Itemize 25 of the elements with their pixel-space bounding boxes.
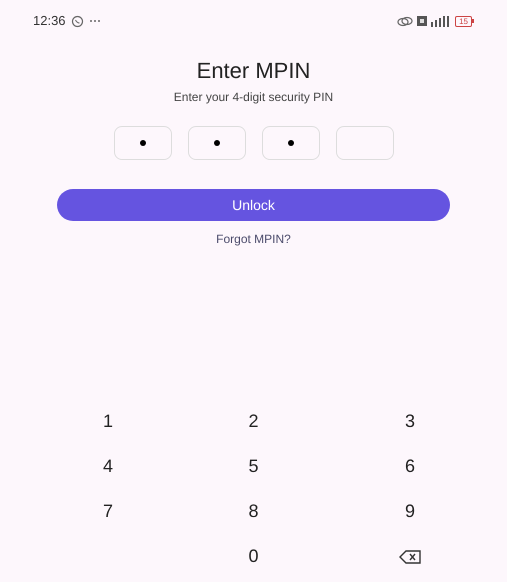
signal-icon bbox=[431, 16, 452, 26]
pin-digit-field[interactable] bbox=[262, 126, 320, 160]
pin-digit-field[interactable] bbox=[188, 126, 246, 160]
keypad-key[interactable]: 6 bbox=[396, 453, 423, 480]
keypad-key[interactable]: 7 bbox=[95, 498, 121, 525]
sim-icon bbox=[417, 16, 428, 26]
keypad-key[interactable]: 3 bbox=[396, 408, 423, 435]
status-time: 12:36 bbox=[33, 12, 66, 30]
link-icon bbox=[397, 16, 414, 26]
keypad-key[interactable]: 5 bbox=[240, 453, 266, 480]
unlock-button[interactable]: Unlock bbox=[57, 189, 450, 221]
keypad-key[interactable]: 0 bbox=[240, 543, 266, 570]
battery-icon: 15 bbox=[455, 16, 474, 26]
forgot-mpin-link[interactable]: Forgot MPIN? bbox=[216, 230, 291, 248]
keypad-key[interactable]: 9 bbox=[396, 498, 423, 525]
keypad-key[interactable]: 1 bbox=[95, 408, 121, 435]
pin-digit-field[interactable] bbox=[114, 126, 172, 160]
keypad-key[interactable]: 2 bbox=[240, 408, 266, 435]
pin-digit-field[interactable] bbox=[336, 126, 394, 160]
subtitle: Enter your 4-digit security PIN bbox=[172, 89, 334, 106]
page-title: Enter MPIN bbox=[196, 58, 312, 84]
keypad-key[interactable]: 4 bbox=[95, 453, 121, 480]
chat-icon bbox=[70, 14, 84, 28]
more-icon bbox=[88, 19, 101, 23]
keypad-key[interactable]: 8 bbox=[240, 498, 266, 525]
